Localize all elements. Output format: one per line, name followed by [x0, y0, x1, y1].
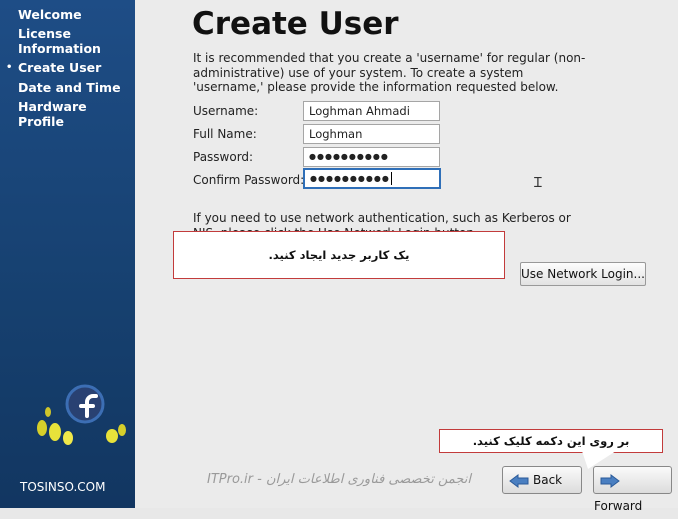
sidebar-item-label: License Information: [18, 26, 101, 56]
back-label: Back: [533, 473, 563, 487]
sidebar-item-license: License Information: [8, 26, 118, 56]
forward-label: Forward: [594, 499, 643, 513]
confirm-password-value: ●●●●●●●●●●: [310, 174, 390, 183]
sidebar-item-welcome: Welcome: [8, 7, 82, 22]
back-button[interactable]: Back: [502, 466, 582, 494]
sidebar-item-label: Hardware Profile: [18, 99, 87, 129]
sidebar-item-label: Welcome: [18, 7, 82, 22]
text-caret: [390, 172, 392, 185]
password-label: Password:: [193, 150, 254, 164]
use-network-login-button[interactable]: Use Network Login...: [520, 262, 646, 286]
password-field[interactable]: ●●●●●●●●●●: [303, 147, 440, 167]
main-panel: Create User It is recommended that you c…: [135, 0, 678, 513]
site-brand: TOSINSO.COM: [20, 480, 106, 494]
arrow-left-icon: [509, 473, 529, 488]
username-field[interactable]: Loghman Ahmadi: [303, 101, 440, 121]
sidebar-item-hardware-profile: Hardware Profile: [8, 99, 135, 129]
intro-text: It is recommended that you create a 'use…: [193, 51, 586, 94]
fedora-logo-icon: [37, 384, 126, 445]
callout-create-user: یک کاربر جدید ایجاد کنید.: [173, 231, 505, 279]
fullname-label: Full Name:: [193, 127, 257, 141]
sidebar-item-date-time: Date and Time: [8, 80, 121, 95]
sidebar-item-label: Create User: [18, 60, 102, 75]
sidebar: Welcome License Information • Create Use…: [0, 0, 135, 508]
page-title: Create User: [192, 6, 399, 42]
arrow-right-icon: [600, 473, 620, 488]
ibeam-cursor-icon: Ɪ: [534, 175, 542, 191]
sidebar-item-label: Date and Time: [18, 80, 121, 95]
confirm-password-field[interactable]: ●●●●●●●●●●: [303, 168, 441, 189]
forward-button[interactable]: Forward: [593, 466, 672, 513]
fullname-field[interactable]: Loghman: [303, 124, 440, 144]
watermark-text: ITPro.ir - انجمن تخصصی فناوری اطلاعات ای…: [207, 472, 471, 487]
username-label: Username:: [193, 104, 259, 118]
sidebar-item-create-user: • Create User: [6, 60, 102, 75]
callout-click-forward: بر روی این دکمه کلیک کنید.: [439, 429, 663, 453]
confirm-password-label: Confirm Password:: [193, 173, 305, 187]
active-marker-icon: •: [6, 62, 13, 73]
